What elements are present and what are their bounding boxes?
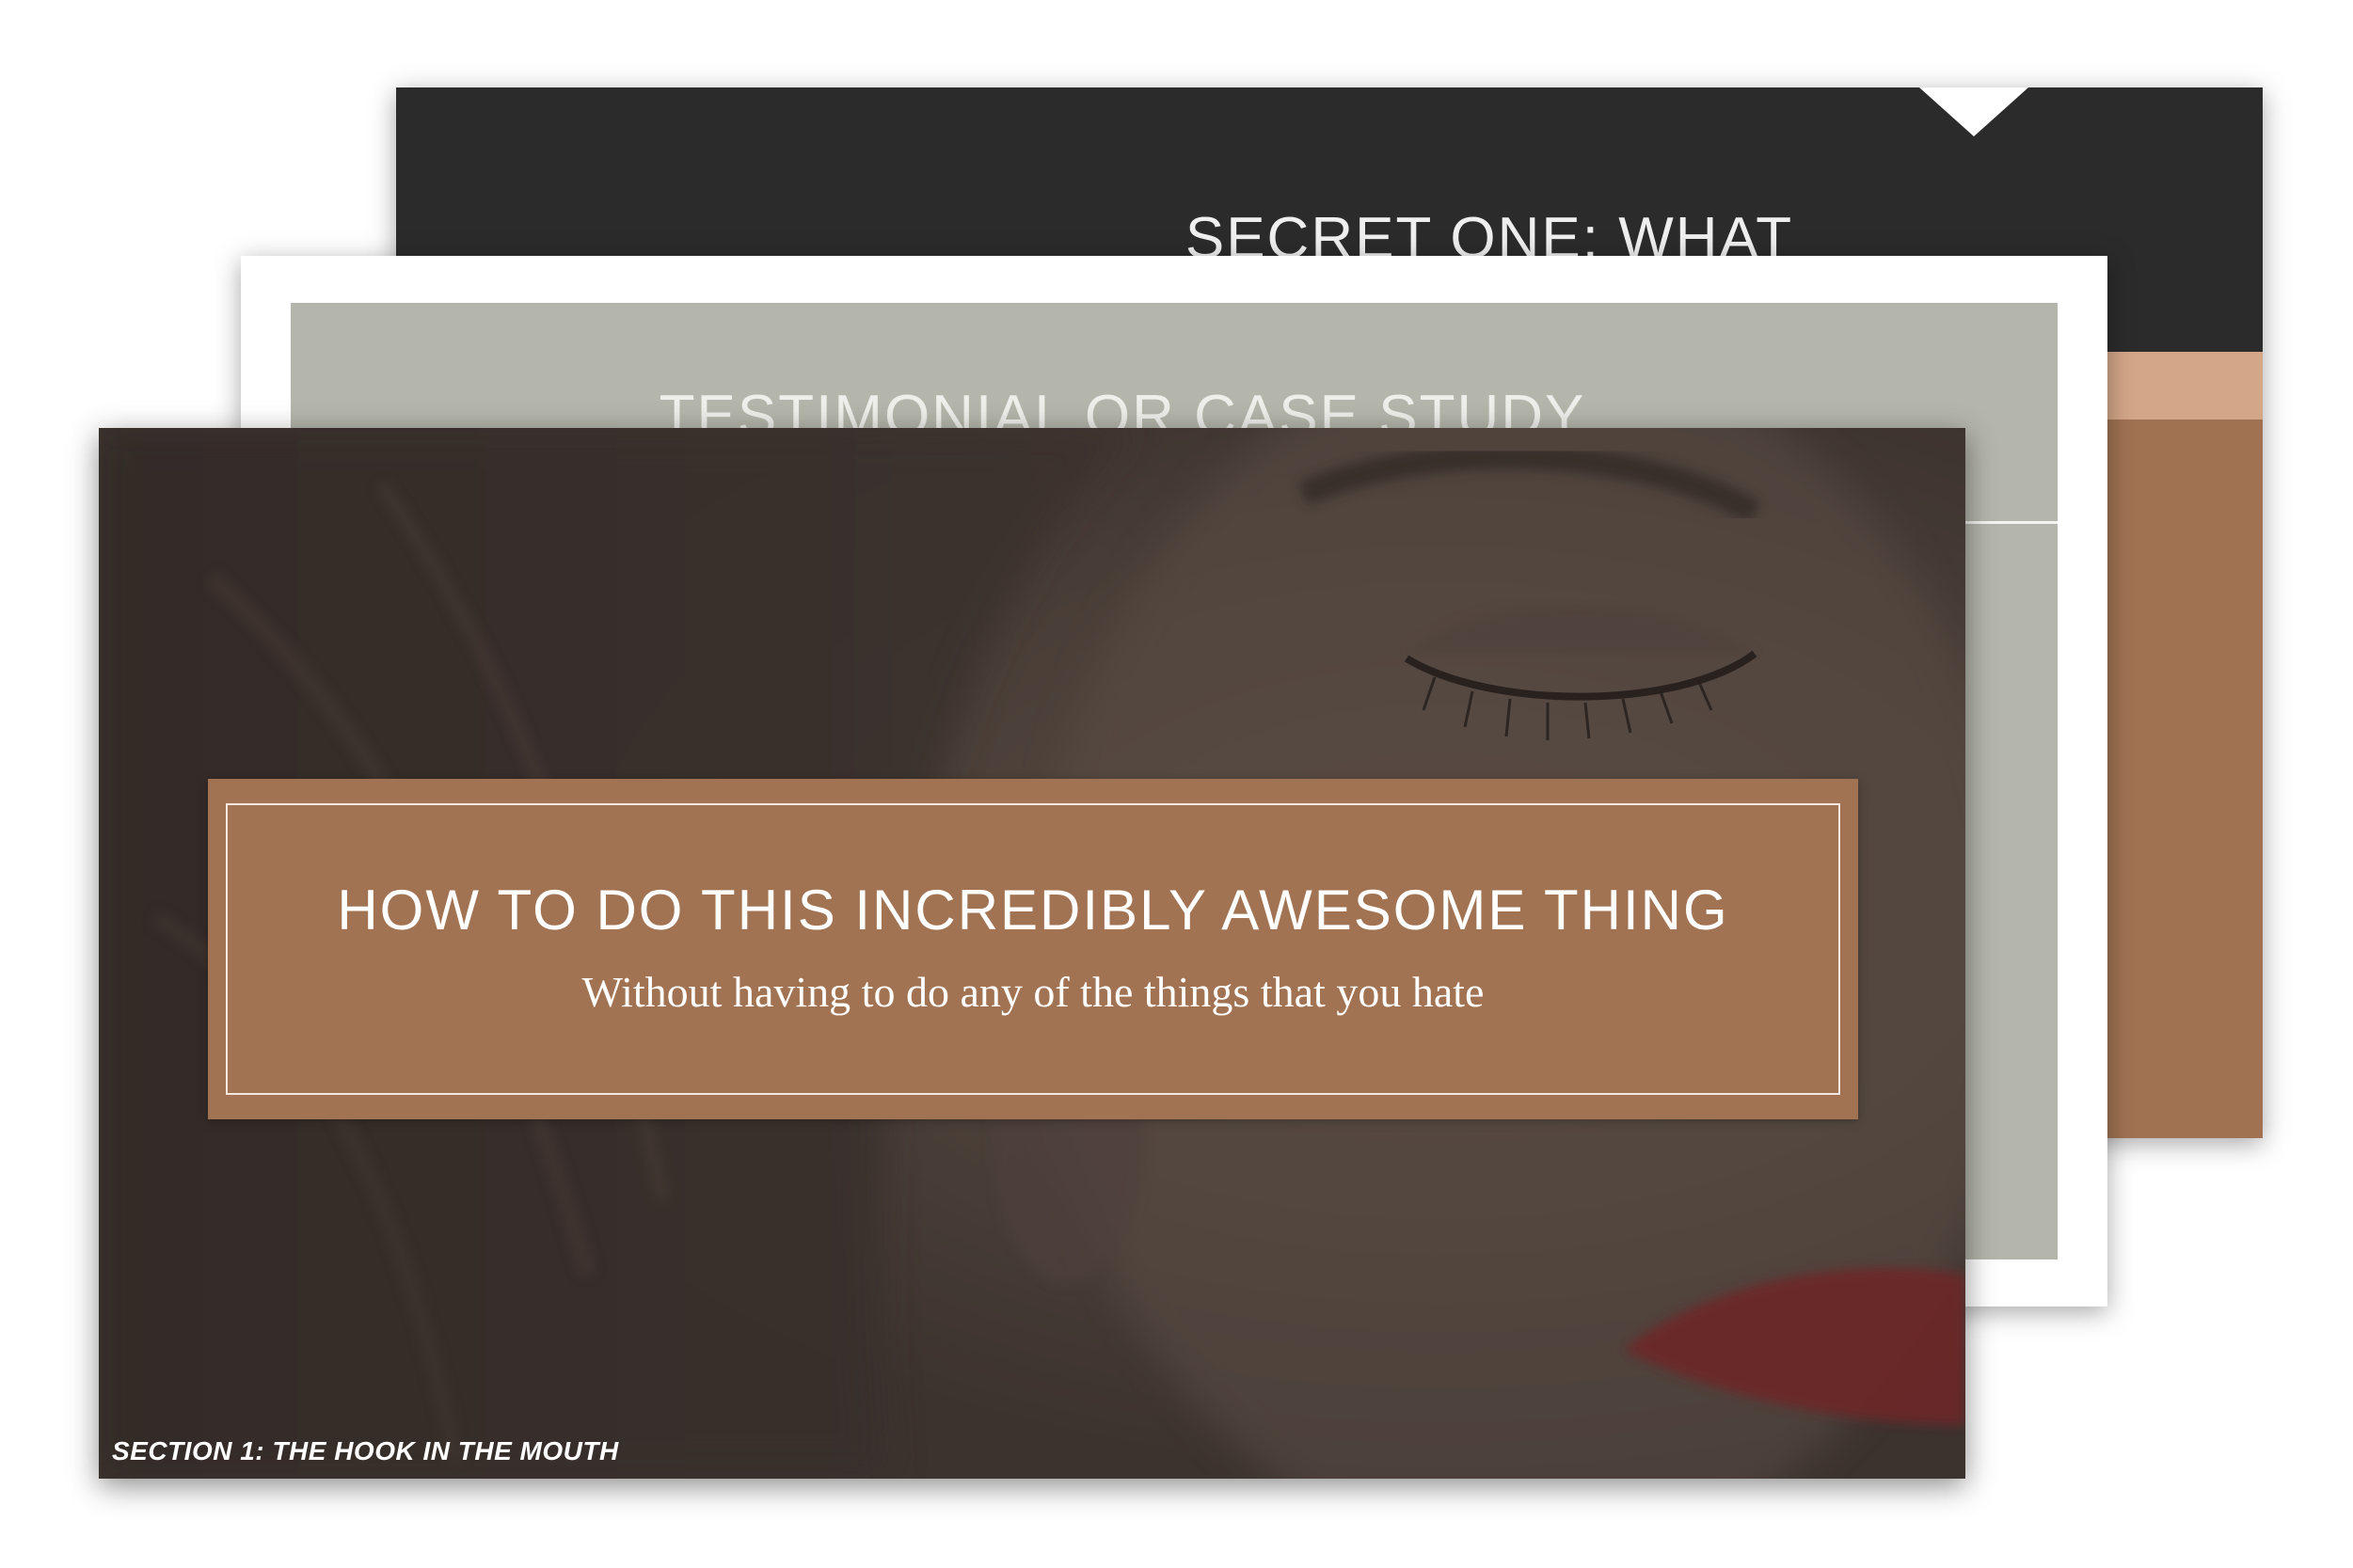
slide-stack-stage: SECRET ONE: WHAT TESTIMONIAL OR CASE STU…	[0, 0, 2353, 1568]
white-notch-marker	[1919, 87, 2028, 136]
title-box: HOW TO DO THIS INCREDIBLY AWESOME THING …	[208, 779, 1858, 1119]
slide-title: HOW TO DO THIS INCREDIBLY AWESOME THING …	[99, 428, 1965, 1479]
title-box-frame	[226, 803, 1840, 1095]
section-label: SECTION 1: THE HOOK IN THE MOUTH	[112, 1436, 619, 1465]
slide-subtitle: Without having to do any of the things t…	[581, 968, 1485, 1016]
slide-title-heading: HOW TO DO THIS INCREDIBLY AWESOME THING	[337, 879, 1729, 942]
